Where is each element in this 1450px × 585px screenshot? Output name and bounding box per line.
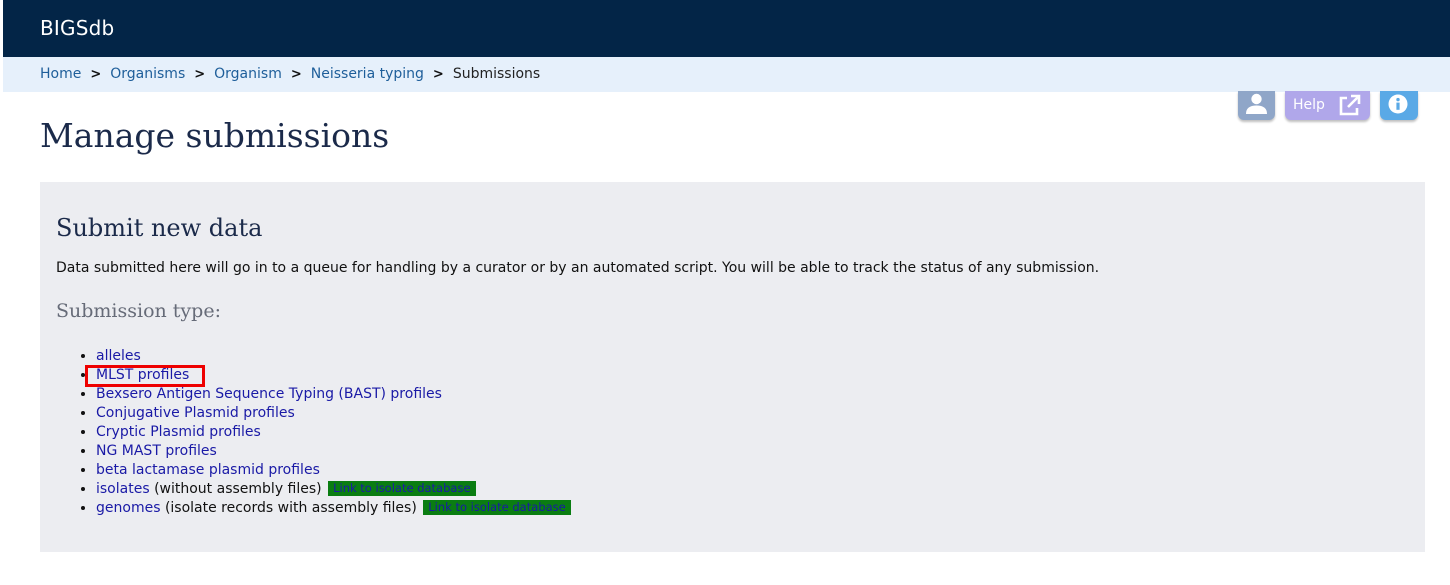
- breadcrumb-neisseria-typing-link[interactable]: Neisseria typing: [311, 66, 424, 82]
- info-icon: [1388, 94, 1408, 114]
- genomes-database-link-badge[interactable]: Link to isolate database: [423, 500, 571, 515]
- panel-description: Data submitted here will go in to a queu…: [56, 260, 1100, 276]
- beta-lactamase-plasmid-profiles-link[interactable]: beta lactamase plasmid profiles: [96, 462, 320, 478]
- list-item: beta lactamase plasmid profiles: [96, 461, 571, 480]
- breadcrumb-separator: >: [290, 67, 302, 82]
- list-item: Bexsero Antigen Sequence Typing (BAST) p…: [96, 385, 571, 404]
- cryptic-plasmid-profiles-link[interactable]: Cryptic Plasmid profiles: [96, 424, 261, 440]
- list-item: Conjugative Plasmid profiles: [96, 404, 571, 423]
- breadcrumb-separator: >: [194, 67, 206, 82]
- breadcrumb: Home > Organisms > Organism > Neisseria typing…: [3, 57, 1450, 92]
- list-item: isolates (without assembly files) Link t…: [96, 480, 571, 499]
- app-brand[interactable]: BIGSdb: [40, 16, 114, 40]
- isolates-link[interactable]: isolates: [96, 481, 150, 497]
- submission-type-heading: Submission type:: [56, 300, 221, 322]
- list-item: Cryptic Plasmid profiles: [96, 423, 571, 442]
- user-button[interactable]: [1238, 91, 1275, 120]
- bast-profiles-link[interactable]: Bexsero Antigen Sequence Typing (BAST) p…: [96, 386, 442, 402]
- alleles-link[interactable]: alleles: [96, 348, 141, 364]
- conjugative-plasmid-profiles-link[interactable]: Conjugative Plasmid profiles: [96, 405, 295, 421]
- top-header: BIGSdb: [3, 0, 1450, 57]
- user-icon: [1246, 93, 1267, 114]
- isolates-database-link-badge[interactable]: Link to isolate database: [328, 481, 476, 496]
- list-item: alleles: [96, 347, 571, 366]
- breadcrumb-current: Submissions: [452, 66, 541, 82]
- submit-new-data-panel: Submit new data Data submitted here will…: [40, 182, 1425, 552]
- external-link-icon: [1339, 94, 1361, 116]
- info-button[interactable]: [1380, 91, 1418, 120]
- list-item: NG MAST profiles: [96, 442, 571, 461]
- breadcrumb-organisms-link[interactable]: Organisms: [110, 66, 185, 82]
- breadcrumb-home-link[interactable]: Home: [40, 66, 81, 82]
- panel-heading: Submit new data: [56, 214, 263, 242]
- ng-mast-profiles-link[interactable]: NG MAST profiles: [96, 443, 217, 459]
- breadcrumb-organism-link[interactable]: Organism: [214, 66, 282, 82]
- breadcrumb-separator: >: [432, 67, 444, 82]
- help-label: Help: [1293, 97, 1325, 113]
- help-button[interactable]: Help: [1285, 91, 1370, 120]
- list-item: genomes (isolate records with assembly f…: [96, 499, 571, 518]
- isolates-note: (without assembly files): [154, 481, 322, 497]
- breadcrumb-separator: >: [90, 67, 102, 82]
- genomes-link[interactable]: genomes: [96, 500, 160, 516]
- mlst-highlight-box: [85, 365, 205, 387]
- page-title: Manage submissions: [40, 116, 390, 155]
- genomes-note: (isolate records with assembly files): [164, 500, 417, 516]
